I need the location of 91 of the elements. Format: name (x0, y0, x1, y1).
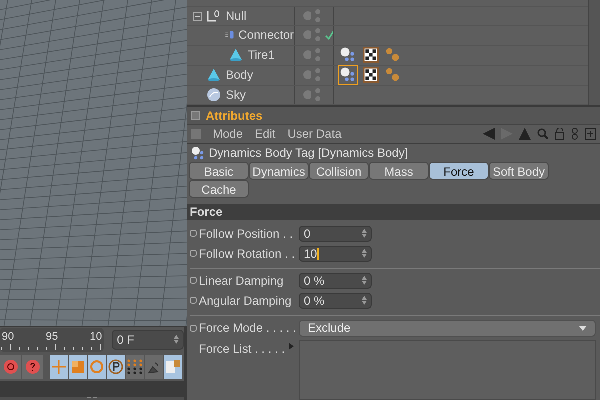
tab[interactable]: Collision (309, 162, 369, 180)
cone-icon (206, 68, 222, 82)
points-icon (127, 359, 143, 376)
field-label: Follow Position . . (199, 226, 294, 242)
object-title: Dynamics Body Tag [Dynamics Body] (209, 145, 408, 162)
field-value: 0 (304, 226, 311, 242)
check-icon[interactable] (324, 30, 334, 40)
object-name[interactable]: Tire1 (248, 46, 275, 64)
tool-button[interactable] (164, 355, 183, 380)
parameter-icon (108, 359, 124, 376)
field-value: 0 % (304, 292, 325, 310)
field-label: Force Mode . . . . . (199, 320, 298, 337)
field-value: 10 (304, 246, 318, 262)
object-name[interactable]: Sky (226, 86, 246, 104)
back-arrow-icon[interactable] (483, 128, 495, 140)
spinner-arrows-icon[interactable] (362, 229, 367, 238)
text-cursor (317, 248, 320, 260)
padlock-icon[interactable] (555, 128, 565, 140)
render-dots-icon[interactable] (315, 68, 321, 82)
tool-button[interactable] (126, 355, 145, 380)
sky-sphere-icon (206, 88, 222, 102)
animate-toggle-icon[interactable] (190, 324, 197, 332)
dropdown[interactable]: Exclude (299, 320, 596, 336)
render-dots-icon[interactable] (315, 48, 321, 62)
render-dots-icon[interactable] (315, 28, 321, 42)
field-label: Angular Damping (199, 292, 293, 310)
move-icon (51, 359, 67, 376)
record-icon (2, 359, 18, 376)
tool-button[interactable] (50, 355, 69, 380)
expand-arrow-icon[interactable] (289, 343, 294, 350)
number-field[interactable]: 0 (299, 226, 372, 242)
grip-icon[interactable] (191, 129, 201, 139)
animate-toggle-icon[interactable] (190, 230, 197, 237)
resize-grip-icon[interactable] (87, 397, 97, 400)
spinner-arrows-icon[interactable] (362, 276, 367, 285)
object-name[interactable]: Connector (238, 26, 294, 44)
render-settings-icon (165, 359, 181, 376)
collapse-toggle[interactable] (193, 12, 202, 20)
field-value: 0 % (304, 272, 325, 290)
checker-tag-icon[interactable] (362, 46, 380, 64)
field-label: Force List . . . . . (199, 341, 286, 358)
timeline-tick-label: 10 (90, 330, 102, 345)
tool-button[interactable] (69, 355, 88, 380)
tab[interactable]: Soft Body (489, 162, 549, 180)
spinner-arrows-icon[interactable] (362, 296, 367, 305)
panel-title: Attributes (206, 108, 263, 124)
dynamics-tag-icon[interactable] (338, 65, 358, 86)
tool-button[interactable] (107, 355, 126, 380)
null-object-icon (206, 9, 222, 23)
frame-field[interactable]: 0 F (112, 330, 184, 350)
object-name[interactable]: Null (226, 7, 247, 25)
menu-item[interactable]: User Data (288, 125, 342, 143)
tab[interactable]: Dynamics (249, 162, 309, 180)
scrollbar[interactable] (588, 0, 600, 105)
timeline-tick-label: 90 (2, 330, 14, 345)
dynamics-tag-icon (191, 146, 205, 160)
render-dots-icon[interactable] (315, 88, 321, 102)
field-label: Linear Damping (199, 272, 285, 290)
tab[interactable]: Mass (369, 162, 429, 180)
new-panel-icon[interactable] (585, 128, 596, 140)
number-field[interactable]: 10 (299, 246, 372, 262)
number-field[interactable]: 0 % (299, 272, 372, 288)
tool-button[interactable] (88, 355, 107, 380)
spinner-arrows-icon (174, 335, 179, 344)
number-field[interactable]: 0 % (299, 292, 372, 308)
menu-item[interactable]: Edit (255, 125, 276, 143)
tab[interactable]: Basic (189, 162, 249, 180)
timeline-tick-label: 95 (46, 330, 58, 345)
help-icon (24, 359, 40, 376)
cone-icon (228, 48, 244, 62)
tool-button[interactable] (0, 355, 22, 380)
tab[interactable]: Force (429, 162, 489, 180)
up-arrow-icon[interactable] (519, 128, 531, 140)
field-label: Follow Rotation . . (199, 246, 296, 262)
panel-toggle-icon[interactable] (191, 111, 200, 120)
checker-tag-icon[interactable] (362, 66, 380, 84)
section-header: Force (187, 204, 600, 220)
timeline-ruler[interactable]: 90 95 10 (0, 328, 104, 352)
animate-toggle-icon[interactable] (190, 297, 197, 304)
tab[interactable]: Cache (189, 180, 249, 198)
animate-toggle-icon[interactable] (190, 250, 197, 257)
link-icon[interactable] (571, 128, 579, 140)
dropdown-caret-icon (579, 326, 587, 330)
search-icon[interactable] (537, 128, 549, 140)
render-dots-icon[interactable] (315, 9, 321, 23)
spinner-arrows-icon[interactable] (362, 249, 367, 258)
menu-item[interactable]: Mode (213, 125, 244, 143)
scale-icon (70, 359, 86, 376)
rotate-icon (89, 359, 105, 376)
animate-toggle-icon[interactable] (190, 277, 197, 284)
object-name[interactable]: Body (226, 66, 254, 84)
